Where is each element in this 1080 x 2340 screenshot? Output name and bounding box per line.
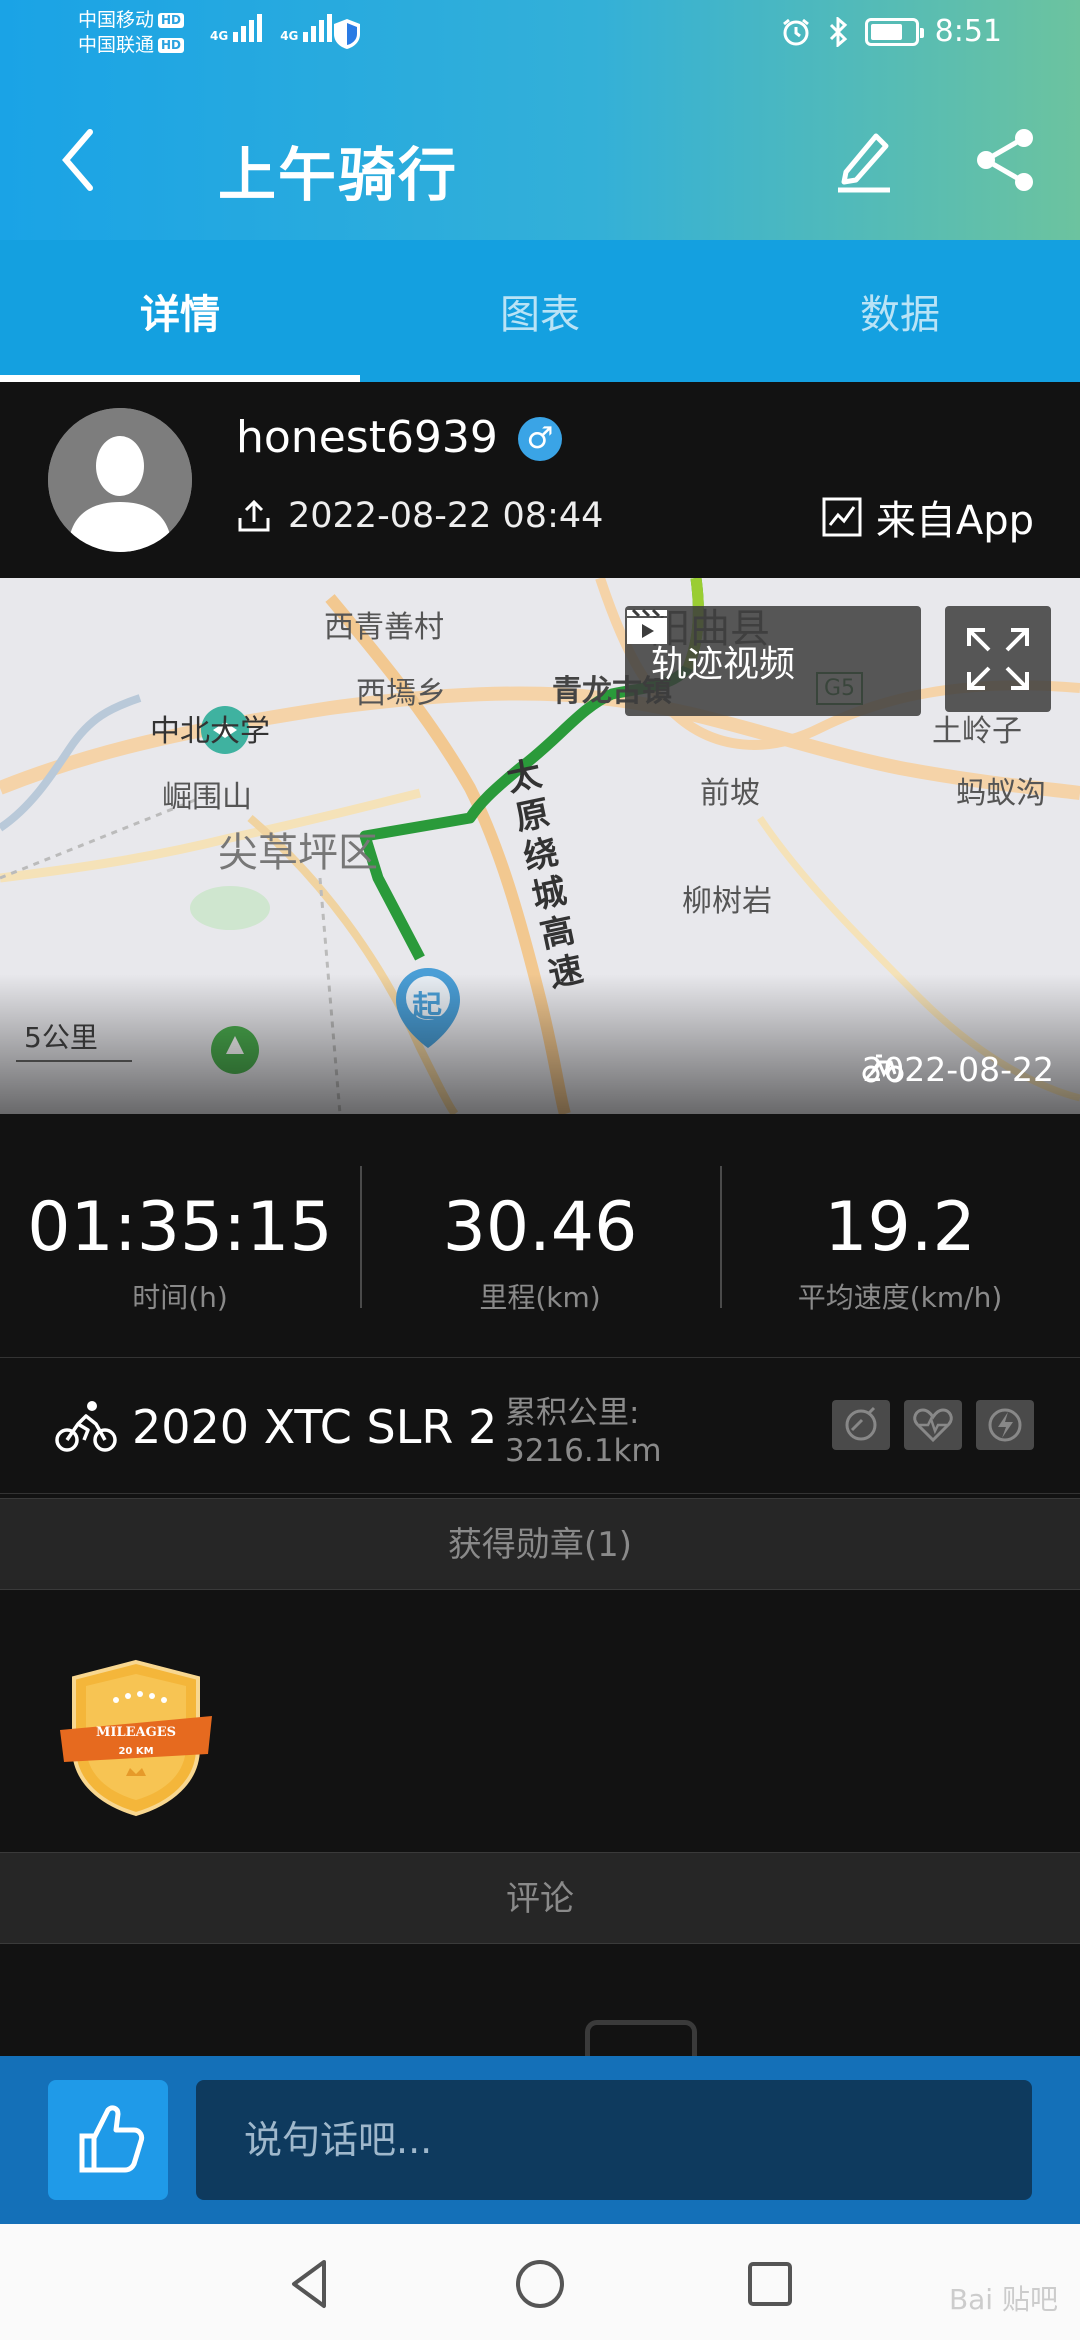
alarm-icon: [782, 18, 809, 45]
comments-header: 评论: [0, 1852, 1080, 1944]
bike-mileage-value: 3216.1km: [505, 1433, 662, 1469]
user-info: honest6939 ♂ 2022-08-22 08:44 来自App: [0, 382, 1080, 578]
watermark: Bai 贴吧: [948, 2283, 1058, 2316]
map-label: 土岭子: [932, 714, 1022, 749]
top-bar: 中国移动 HD 中国联通 HD 4G 4G 8:51 上午骑行: [0, 0, 1080, 240]
upload-time: 2022-08-22 08:44: [236, 496, 603, 536]
battery-icon: [864, 17, 924, 46]
cadence-sensor-icon: [832, 1400, 890, 1450]
track-video-label: 轨迹视频: [651, 644, 796, 685]
edit-icon[interactable]: [832, 126, 896, 194]
status-bar: 中国移动 HD 中国联通 HD 4G 4G 8:51: [0, 0, 1080, 72]
stat-value: 30.46: [442, 1188, 638, 1267]
fullscreen-icon: [967, 628, 1029, 690]
fullscreen-button[interactable]: [945, 606, 1051, 712]
route-map[interactable]: 西青善村 阳曲县 西墕乡 青龙古镇 G5 中北大学 土岭子 崛围山 前坡 蚂蚁沟…: [0, 578, 1080, 1114]
map-label: 崛围山: [162, 780, 252, 815]
bike-mileage: 累积公里: 3216.1km: [505, 1394, 662, 1470]
keyboard-toggle-icon[interactable]: [585, 2020, 697, 2060]
medals-section: MILEAGES 20 KM: [0, 1592, 1080, 1852]
medal-subtext: 20 KM: [118, 1746, 153, 1757]
power-icon: [976, 1400, 1034, 1450]
map-label: 柳树岩: [682, 884, 772, 919]
bike-info[interactable]: 2020 XTC SLR 2 累积公里: 3216.1km: [0, 1360, 1080, 1494]
stat-label: 里程(km): [479, 1281, 601, 1314]
stat-value: 01:35:15: [27, 1188, 333, 1267]
signal-2-icon: 4G: [280, 14, 333, 42]
heart-rate-icon: [904, 1400, 962, 1450]
bluetooth-icon: [829, 16, 847, 47]
nav-back-icon[interactable]: [280, 2254, 340, 2314]
carrier-2: 中国联通: [78, 34, 155, 56]
gender-male-icon: ♂: [517, 417, 562, 461]
map-fade: [0, 974, 1080, 1114]
tab-data[interactable]: 数据: [720, 240, 1080, 382]
status-time: 8:51: [934, 14, 1002, 49]
signal-icons: 4G 4G: [210, 14, 333, 42]
map-date: 2022-08-22: [862, 1050, 1054, 1089]
ride-stats: 01:35:15 时间(h) 30.46 里程(km) 19.2 平均速度(km…: [0, 1114, 1080, 1358]
comment-input-bar: [0, 2056, 1080, 2224]
thumbs-up-icon: [79, 2105, 145, 2173]
battery-fill: [870, 23, 903, 40]
map-label: 中北大学: [150, 714, 270, 749]
map-scale: 5公里: [16, 1016, 132, 1062]
mileage-medal-badge[interactable]: MILEAGES 20 KM: [58, 1658, 214, 1818]
carrier-info: 中国移动 HD 中国联通 HD: [78, 8, 185, 58]
bike-name: 2020 XTC SLR 2: [132, 1400, 498, 1454]
chart-line-icon: [822, 497, 862, 537]
map-label: 西墕乡: [356, 676, 446, 711]
clapperboard-icon: [627, 608, 667, 644]
stat-value: 19.2: [824, 1188, 976, 1267]
cyclist-icon: [55, 1401, 117, 1452]
share-icon[interactable]: [972, 126, 1040, 194]
stat-label: 时间(h): [132, 1281, 228, 1314]
medals-header: 获得勋章(1): [0, 1498, 1080, 1590]
tab-charts[interactable]: 图表: [360, 240, 720, 382]
map-label: 前坡: [700, 776, 760, 811]
tab-bar: 详情 图表 数据: [0, 240, 1080, 382]
map-label: 蚂蚁沟: [956, 776, 1046, 811]
signal-1-icon: 4G: [210, 14, 263, 42]
username[interactable]: honest6939 ♂: [236, 412, 562, 463]
hd-badge-1: HD: [158, 13, 185, 28]
stat-avg-speed: 19.2 平均速度(km/h): [720, 1114, 1080, 1357]
sensor-icons: [832, 1400, 1034, 1450]
nav-home-icon[interactable]: [510, 2254, 570, 2314]
carrier-1: 中国移动: [78, 9, 155, 31]
stat-duration: 01:35:15 时间(h): [0, 1114, 360, 1357]
tab-details[interactable]: 详情: [0, 240, 360, 382]
bike-mileage-label: 累积公里:: [505, 1395, 640, 1431]
source-app: 来自App: [822, 488, 1034, 546]
shield-icon: [334, 19, 360, 49]
hd-badge-2: HD: [158, 38, 185, 53]
map-label: 尖草坪区: [218, 830, 378, 876]
status-right: 8:51: [781, 14, 1002, 49]
track-video-button[interactable]: 轨迹视频: [625, 606, 921, 716]
like-button[interactable]: [48, 2080, 168, 2200]
page-title: 上午骑行: [218, 141, 459, 209]
system-nav-bar: Bai 贴吧: [0, 2224, 1080, 2340]
avatar[interactable]: [48, 408, 192, 552]
upload-time-text: 2022-08-22 08:44: [288, 496, 604, 536]
map-label: 西青善村: [324, 610, 444, 645]
bike-icon: [862, 1054, 904, 1083]
comment-input[interactable]: [196, 2080, 1032, 2200]
username-text: honest6939: [236, 412, 498, 463]
stat-label: 平均速度(km/h): [797, 1281, 1003, 1314]
stat-distance: 30.46 里程(km): [360, 1114, 720, 1357]
medal-text: MILEAGES: [96, 1725, 176, 1740]
default-avatar-icon: [48, 408, 192, 552]
app-bar: 上午骑行: [0, 90, 1080, 230]
comments-section: [0, 1946, 1080, 2056]
nav-recents-icon[interactable]: [740, 2254, 800, 2314]
back-arrow-icon[interactable]: [50, 120, 110, 200]
source-text: 来自App: [875, 498, 1034, 544]
upload-icon: [238, 499, 270, 532]
